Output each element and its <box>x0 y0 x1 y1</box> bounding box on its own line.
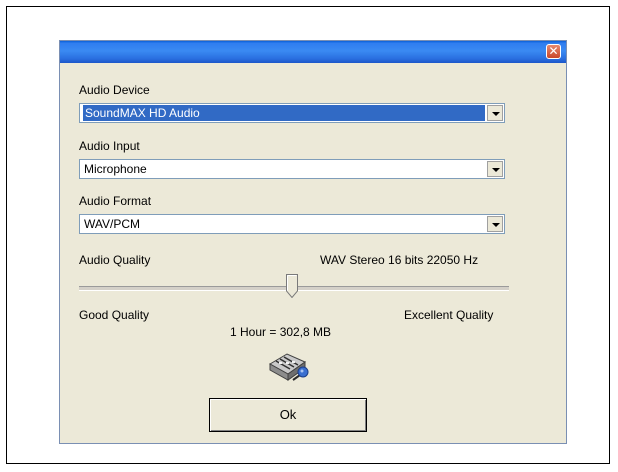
audio-input-value: Microphone <box>84 162 147 176</box>
excellent-quality-label: Excellent Quality <box>404 308 494 322</box>
audio-quality-label: Audio Quality <box>79 253 151 267</box>
audio-device-label: Audio Device <box>79 83 150 97</box>
audio-quality-format-text: WAV Stereo 16 bits 22050 Hz <box>320 253 479 267</box>
close-button[interactable]: ✕ <box>546 44 561 59</box>
audio-input-select[interactable]: Microphone <box>79 159 505 179</box>
size-estimate-text: 1 Hour = 302,8 MB <box>230 325 332 339</box>
quality-slider-thumb[interactable] <box>286 274 298 298</box>
audio-settings-dialog: ✕ Audio Device SoundMAX HD Audio Audio I… <box>59 40 567 444</box>
chevron-down-icon[interactable] <box>487 105 503 121</box>
chevron-down-icon[interactable] <box>487 216 503 232</box>
audio-device-select[interactable]: SoundMAX HD Audio <box>79 103 505 123</box>
chevron-down-icon[interactable] <box>487 161 503 177</box>
audio-input-label: Audio Input <box>79 139 140 153</box>
audio-format-select[interactable]: WAV/PCM <box>79 214 505 234</box>
audio-device-value: SoundMAX HD Audio <box>83 105 485 121</box>
mixer-microphone-icon <box>268 353 309 381</box>
ok-button[interactable]: Ok <box>209 398 367 432</box>
audio-format-label: Audio Format <box>79 194 152 208</box>
good-quality-label: Good Quality <box>79 308 150 322</box>
title-bar: ✕ <box>60 41 566 63</box>
audio-format-value: WAV/PCM <box>84 217 140 231</box>
